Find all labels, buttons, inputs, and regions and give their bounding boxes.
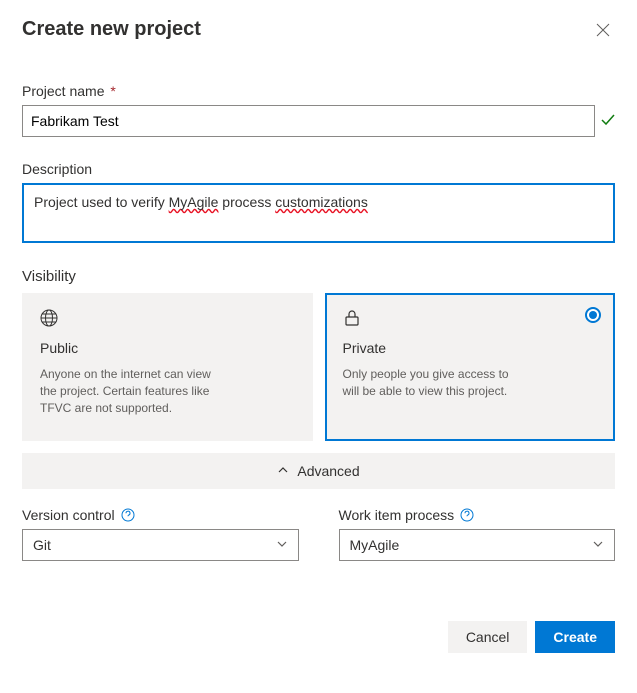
version-control-value: Git bbox=[33, 537, 51, 553]
work-item-process-select[interactable]: MyAgile bbox=[339, 529, 616, 561]
radio-selected-icon bbox=[585, 307, 601, 323]
close-icon bbox=[595, 26, 611, 41]
visibility-label: Visibility bbox=[22, 268, 615, 285]
dialog-title: Create new project bbox=[22, 18, 201, 41]
help-icon[interactable] bbox=[460, 508, 474, 522]
description-textarea[interactable] bbox=[22, 183, 615, 243]
lock-icon bbox=[343, 309, 598, 330]
version-control-select[interactable]: Git bbox=[22, 529, 299, 561]
description-label: Description bbox=[22, 161, 615, 177]
create-button[interactable]: Create bbox=[535, 621, 615, 653]
check-icon bbox=[601, 113, 615, 129]
work-item-process-label: Work item process bbox=[339, 507, 455, 523]
close-button[interactable] bbox=[591, 18, 615, 45]
chevron-up-icon bbox=[277, 463, 289, 479]
help-icon[interactable] bbox=[121, 508, 135, 522]
visibility-option-public[interactable]: Public Anyone on the internet can view t… bbox=[22, 293, 313, 441]
chevron-down-icon bbox=[592, 537, 604, 553]
chevron-down-icon bbox=[276, 537, 288, 553]
required-asterisk: * bbox=[110, 83, 115, 99]
private-title: Private bbox=[343, 340, 598, 356]
advanced-label: Advanced bbox=[297, 463, 359, 479]
public-description: Anyone on the internet can view the proj… bbox=[40, 366, 220, 416]
public-title: Public bbox=[40, 340, 295, 356]
private-description: Only people you give access to will be a… bbox=[343, 366, 523, 400]
work-item-process-value: MyAgile bbox=[350, 537, 400, 553]
advanced-toggle[interactable]: Advanced bbox=[22, 453, 615, 489]
project-name-input[interactable] bbox=[22, 105, 595, 137]
project-name-label: Project name bbox=[22, 83, 104, 99]
cancel-button[interactable]: Cancel bbox=[448, 621, 528, 653]
version-control-label: Version control bbox=[22, 507, 115, 523]
visibility-option-private[interactable]: Private Only people you give access to w… bbox=[325, 293, 616, 441]
globe-icon bbox=[40, 309, 295, 330]
